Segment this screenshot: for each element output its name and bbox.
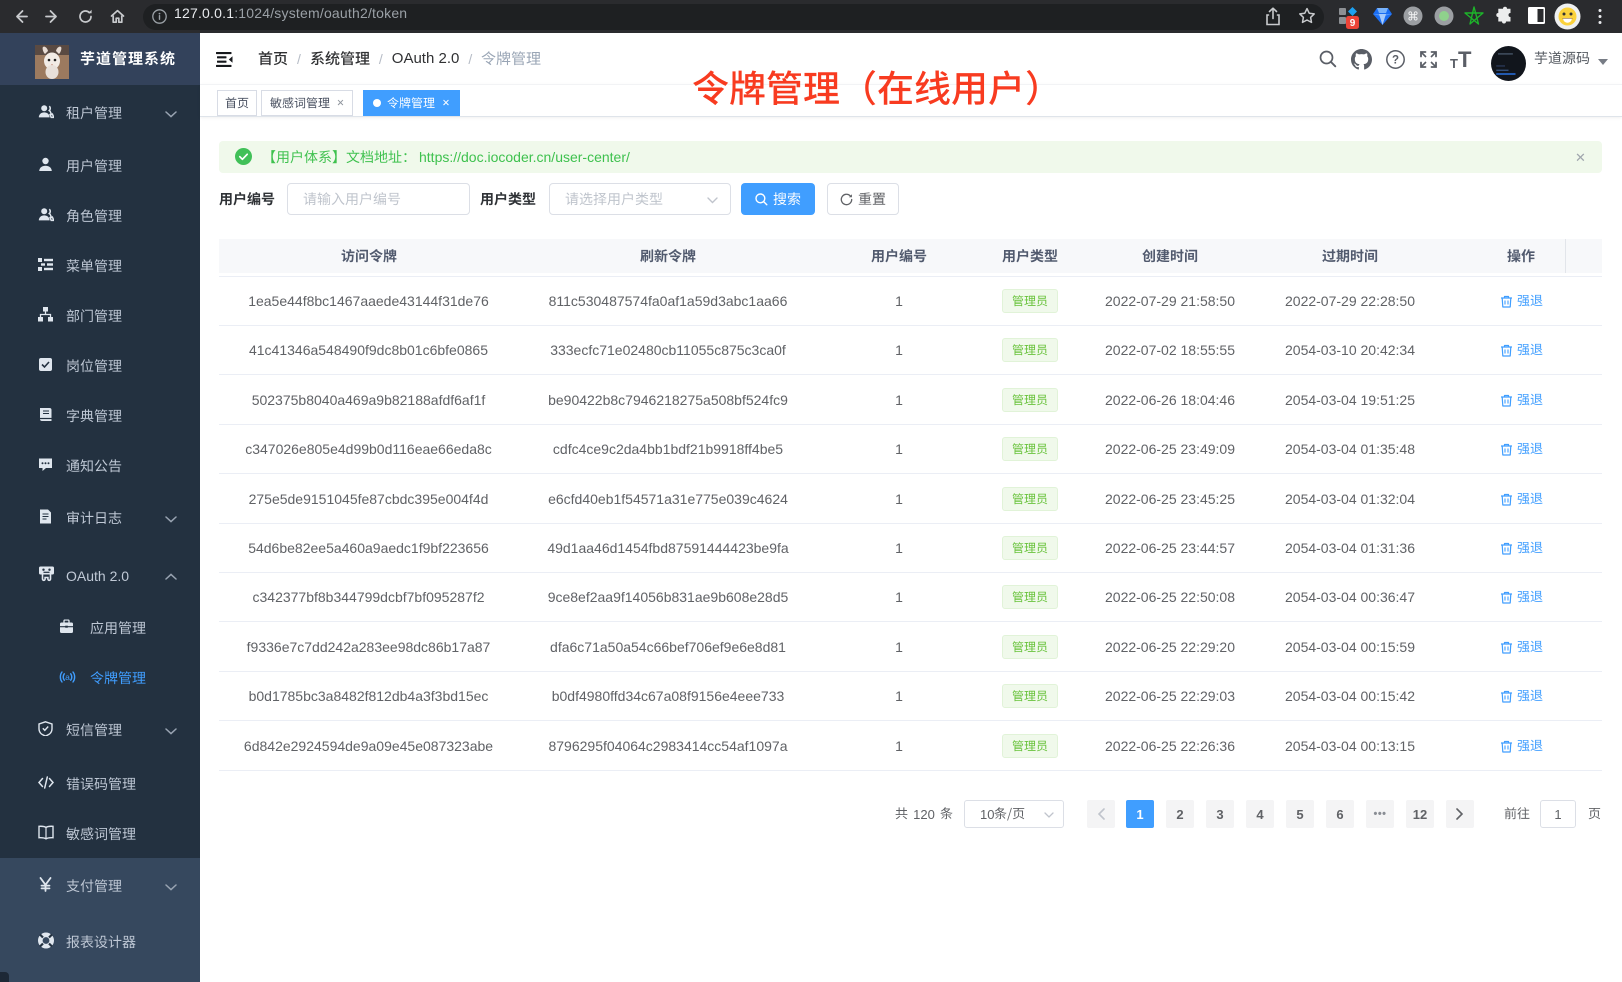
svg-text:⌘: ⌘ bbox=[1407, 10, 1419, 24]
svg-text:a: a bbox=[65, 672, 70, 682]
svg-text:?: ? bbox=[1392, 55, 1399, 67]
svg-text:9: 9 bbox=[1350, 18, 1356, 29]
